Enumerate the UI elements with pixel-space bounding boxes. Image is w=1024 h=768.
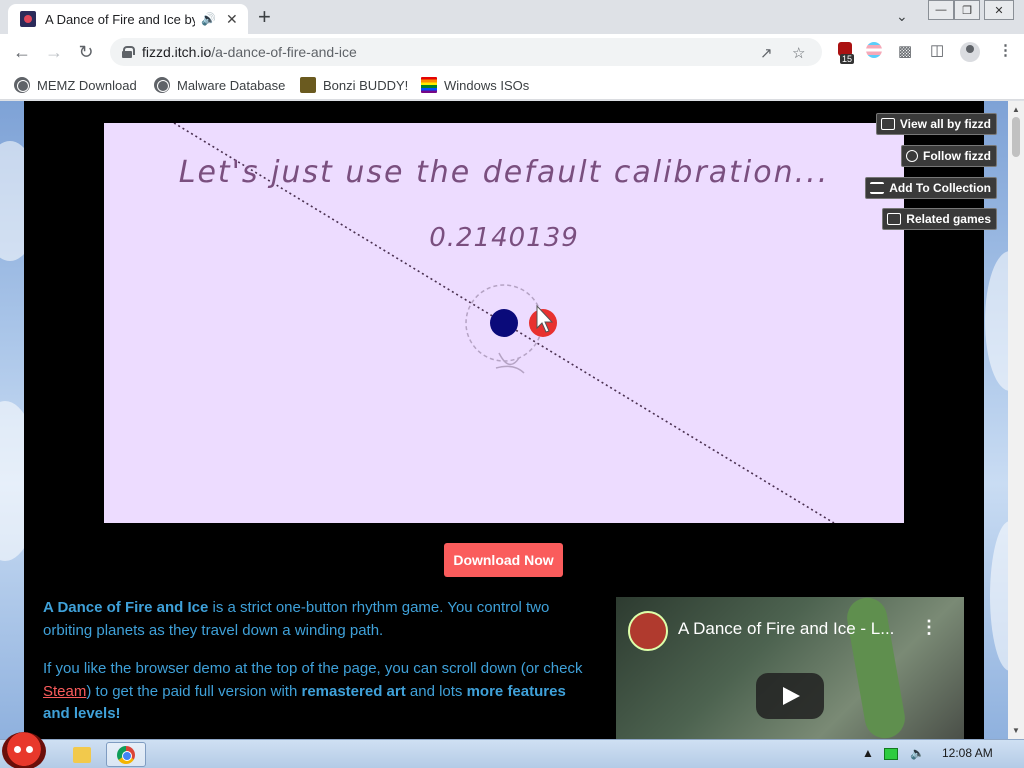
globe-icon	[154, 77, 170, 93]
bookmark-label: Windows ISOs	[444, 77, 530, 93]
description-text: If you like the browser demo at the top …	[43, 660, 583, 677]
game-title-bold: A Dance of Fire and Ice	[43, 599, 209, 616]
back-arrow-icon[interactable]: ←	[10, 40, 34, 64]
add-to-collection-button[interactable]: Add To Collection	[865, 177, 997, 199]
youtube-video-embed[interactable]: A Dance of Fire and Ice - L... ⋮	[616, 597, 964, 739]
tab-a-dance-of-fire-and-ice[interactable]: A Dance of Fire and Ice by fizzd 🔊 ✕	[8, 4, 248, 34]
calibration-message: Let's just use the default calibration..…	[178, 155, 830, 190]
tab-close-icon[interactable]: ✕	[226, 11, 238, 28]
side-button-label: View all by fizzd	[899, 117, 991, 131]
page-scrollbar[interactable]: ▲ ▼	[1008, 101, 1024, 739]
tab-search-chevron-icon[interactable]: ⌄	[896, 8, 908, 25]
bookmark-star-icon[interactable]: ☆	[792, 44, 805, 62]
scroll-up-arrow-icon[interactable]: ▲	[1012, 105, 1020, 114]
restore-button[interactable]: ❐	[954, 0, 980, 20]
follow-icon	[906, 150, 918, 162]
share-icon[interactable]: ↗	[760, 44, 773, 62]
bonzi-icon	[300, 77, 316, 93]
page-viewport: Let's just use the default calibration..…	[0, 101, 1024, 739]
bookmark-windows-isos[interactable]: Windows ISOs	[421, 77, 529, 93]
side-button-label: Follow fizzd	[923, 149, 991, 163]
lock-icon[interactable]	[122, 46, 135, 58]
game-canvas[interactable]: Let's just use the default calibration..…	[104, 123, 904, 523]
url-path: /a-dance-of-fire-and-ice	[211, 44, 357, 60]
view-all-by-fizzd-button[interactable]: View all by fizzd	[875, 113, 997, 135]
bookmark-label: Malware Database	[177, 77, 286, 93]
browser-toolbar: ← → ↻ fizzd.itch.io /a-dance-of-fire-and…	[0, 34, 1024, 70]
video-title[interactable]: A Dance of Fire and Ice - L...	[678, 619, 894, 639]
tab-title: A Dance of Fire and Ice by fizzd	[45, 11, 195, 27]
bookmark-memz[interactable]: MEMZ Download	[14, 77, 137, 93]
chrome-icon	[117, 745, 135, 764]
minimize-button[interactable]: —	[928, 0, 954, 20]
rainbow-flag-icon	[421, 77, 437, 93]
folder-icon	[73, 746, 91, 763]
profile-avatar[interactable]	[960, 42, 980, 62]
side-button-label: Add To Collection	[889, 181, 991, 195]
side-panel-icon[interactable]: ◫	[930, 41, 944, 59]
description-text: and lots	[405, 682, 467, 700]
calibration-value: 0.2140139	[429, 223, 579, 253]
scroll-down-arrow-icon[interactable]: ▼	[1012, 726, 1020, 735]
windows-taskbar: ▲ 🔈 12:08 AM	[0, 732, 1024, 768]
description-paragraph-2: If you like the browser demo at the top …	[43, 658, 583, 726]
channel-avatar[interactable]	[628, 611, 668, 651]
game-description: A Dance of Fire and Ice is a strict one-…	[43, 597, 583, 739]
remastered-art-bold: remastered art	[301, 682, 406, 700]
start-button-icon[interactable]	[2, 732, 46, 768]
video-menu-icon[interactable]: ⋮	[920, 617, 938, 638]
network-icon[interactable]	[884, 748, 898, 760]
bookmark-bonzi-buddy[interactable]: Bonzi BUDDY!	[300, 77, 408, 93]
play-button-icon[interactable]	[756, 673, 824, 719]
taskbar-explorer[interactable]	[62, 742, 102, 767]
description-punctuation: !	[115, 705, 121, 722]
map-icon	[887, 213, 902, 225]
related-games-button[interactable]: Related games	[882, 208, 997, 230]
download-now-button[interactable]: Download Now	[444, 543, 563, 577]
follow-fizzd-button[interactable]: Follow fizzd	[901, 145, 997, 167]
url-host: fizzd.itch.io	[142, 44, 212, 60]
window-close-button[interactable]: ✕	[984, 0, 1014, 20]
extension-badge-count: 15	[840, 54, 855, 64]
bookmark-label: Bonzi BUDDY!	[323, 77, 409, 93]
tray-expand-icon[interactable]: ▲	[862, 746, 874, 760]
pride-flag-extension-icon[interactable]	[866, 42, 882, 58]
speaker-icon[interactable]: 🔊	[201, 12, 216, 26]
new-tab-button[interactable]: +	[258, 6, 271, 28]
bookmark-malware-database[interactable]: Malware Database	[154, 77, 285, 93]
scrollbar-thumb[interactable]	[1012, 117, 1020, 157]
forward-arrow-icon[interactable]: →	[42, 40, 66, 64]
globe-icon	[14, 77, 30, 93]
steam-link[interactable]: Steam	[43, 683, 86, 700]
scribble-mark	[495, 352, 525, 374]
side-button-label: Related games	[906, 212, 991, 226]
description-paragraph-1: A Dance of Fire and Ice is a strict one-…	[43, 597, 583, 642]
taskbar-chrome[interactable]	[106, 742, 146, 767]
chrome-menu-icon[interactable]: ⋮	[998, 41, 1013, 59]
bookmarks-bar: MEMZ Download Malware Database Bonzi BUD…	[0, 70, 1024, 100]
reload-icon[interactable]: ↻	[74, 40, 98, 64]
collection-icon	[870, 182, 885, 194]
description-text: ) to get the paid full version with	[86, 682, 302, 700]
games-icon	[880, 118, 895, 130]
extensions-puzzle-icon[interactable]: ▩	[898, 42, 912, 60]
volume-icon[interactable]: 🔈	[910, 746, 925, 760]
ice-planet	[490, 309, 518, 337]
taskbar-clock[interactable]: 12:08 AM	[942, 746, 993, 760]
tab-strip: A Dance of Fire and Ice by fizzd 🔊 ✕ + ⌄…	[0, 0, 1024, 34]
address-bar[interactable]: fizzd.itch.io /a-dance-of-fire-and-ice ↗…	[110, 38, 822, 66]
itch-page-column: Let's just use the default calibration..…	[24, 101, 997, 739]
itch-favicon-icon	[20, 11, 36, 27]
bookmark-label: MEMZ Download	[37, 77, 137, 93]
